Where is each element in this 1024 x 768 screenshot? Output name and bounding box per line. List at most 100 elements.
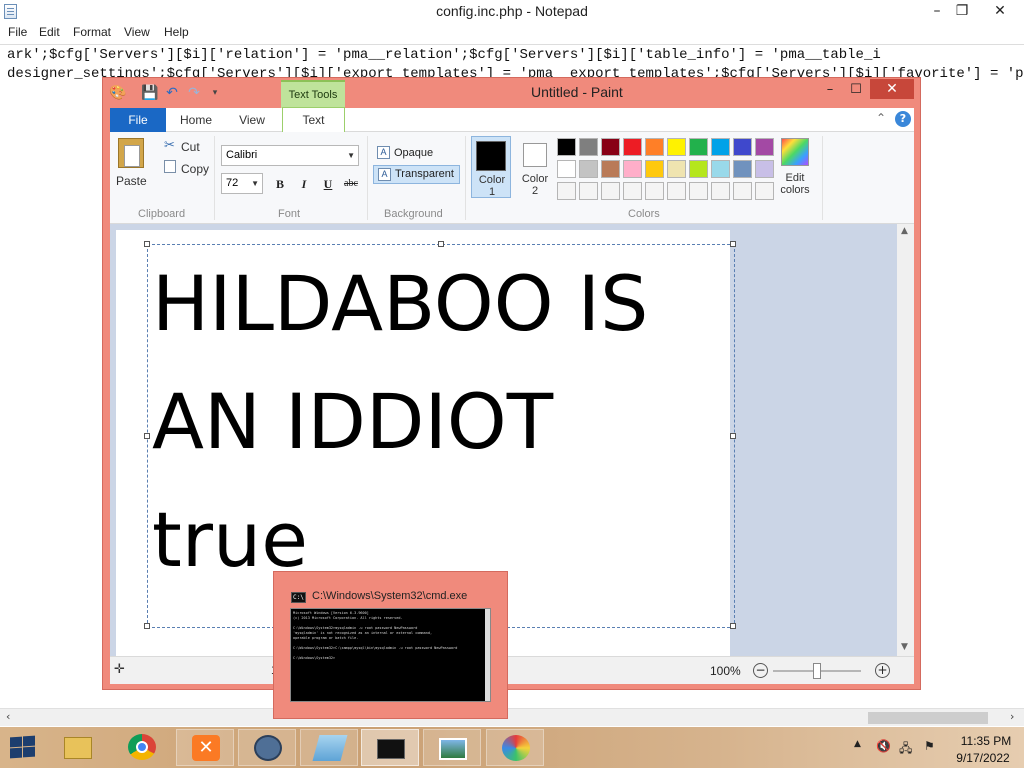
taskbar-photos[interactable] [423, 729, 481, 766]
paint-app-icon[interactable]: 🎨 [109, 84, 127, 102]
palette-swatch[interactable] [623, 138, 642, 156]
palette-swatch[interactable] [645, 160, 664, 178]
start-button[interactable] [8, 735, 36, 760]
notepad-scroll-thumb[interactable] [868, 712, 988, 724]
chrome-icon-center [136, 741, 148, 753]
palette-swatch[interactable] [689, 160, 708, 178]
palette-swatch[interactable] [645, 182, 664, 200]
cmd-window-thumbnail[interactable]: C:\ C:\Windows\System32\cmd.exe Microsof… [273, 571, 508, 719]
italic-button[interactable]: I [295, 175, 313, 193]
color1-button[interactable]: Color 1 [471, 136, 511, 198]
underline-button[interactable]: U [319, 175, 337, 193]
action-center-flag-icon[interactable]: ⚑ [924, 739, 935, 753]
taskbar-file-explorer[interactable] [49, 729, 107, 766]
palette-swatch[interactable] [667, 160, 686, 178]
palette-swatch[interactable] [601, 182, 620, 200]
palette-swatch[interactable] [667, 182, 686, 200]
resize-handle[interactable] [438, 241, 444, 247]
bold-button[interactable]: B [271, 175, 289, 193]
resize-handle[interactable] [730, 623, 736, 629]
notepad-menu-edit[interactable]: Edit [39, 25, 60, 39]
customize-quick-access-icon[interactable]: ▾ [206, 84, 224, 102]
tab-view[interactable]: View [224, 108, 280, 132]
minimize-ribbon-icon[interactable]: ⌃ [876, 111, 886, 125]
notepad-menu-file[interactable]: File [8, 25, 27, 39]
palette-swatch[interactable] [755, 182, 774, 200]
windows-logo-icon [10, 736, 22, 748]
palette-swatch[interactable] [711, 160, 730, 178]
palette-swatch[interactable] [645, 138, 664, 156]
palette-swatch[interactable] [667, 138, 686, 156]
palette-swatch[interactable] [733, 160, 752, 178]
paint-window-title: Untitled - Paint [531, 84, 623, 100]
palette-swatch[interactable] [711, 182, 730, 200]
palette-swatch[interactable] [689, 138, 708, 156]
palette-swatch[interactable] [755, 138, 774, 156]
zoom-out-button[interactable]: − [753, 663, 768, 678]
tab-text[interactable]: Text [282, 107, 345, 133]
palette-swatch[interactable] [579, 160, 598, 178]
taskbar-xampp[interactable]: ✕ [176, 729, 234, 766]
redo-icon[interactable]: ↷ [185, 84, 203, 102]
palette-swatch[interactable] [557, 182, 576, 200]
show-hidden-icons-icon[interactable]: ▲ [854, 739, 861, 749]
zoom-slider-thumb[interactable] [813, 663, 821, 679]
palette-swatch[interactable] [711, 138, 730, 156]
zoom-in-button[interactable]: + [875, 663, 890, 678]
clock-time[interactable]: 11:35 PM [956, 734, 1016, 748]
opaque-icon: A [377, 146, 390, 159]
scroll-right-arrow-icon[interactable]: › [1010, 710, 1014, 723]
palette-swatch[interactable] [579, 182, 598, 200]
taskbar-paint[interactable] [486, 729, 544, 766]
copy-button[interactable]: Copy [181, 162, 209, 176]
help-icon[interactable]: ? [895, 111, 911, 127]
resize-handle[interactable] [144, 241, 150, 247]
notepad-menu-format[interactable]: Format [73, 25, 111, 39]
taskbar-notepad[interactable] [300, 729, 358, 766]
save-icon[interactable]: 💾 [141, 84, 159, 102]
scroll-left-arrow-icon[interactable]: ‹ [6, 710, 10, 723]
color2-label: Color 2 [521, 173, 549, 197]
notepad-close-button[interactable]: ✕ [985, 1, 1015, 21]
palette-swatch[interactable] [755, 160, 774, 178]
tab-home[interactable]: Home [168, 108, 224, 132]
notepad-menu-help[interactable]: Help [164, 25, 189, 39]
transparent-button[interactable]: A Transparent [373, 165, 460, 184]
opaque-button[interactable]: A Opaque [373, 144, 455, 163]
notepad-maximize-button[interactable]: ❐ [947, 1, 977, 21]
canvas-vertical-scrollbar[interactable]: ▲ ▼ [897, 224, 914, 656]
font-family-select[interactable]: Calibri ▼ [221, 145, 359, 166]
paint-minimize-button[interactable]: – [817, 80, 843, 100]
tab-file[interactable]: File [110, 108, 166, 132]
palette-swatch[interactable] [623, 160, 642, 178]
taskbar-chrome[interactable] [113, 729, 171, 766]
scroll-up-arrow-icon[interactable]: ▲ [901, 226, 908, 236]
undo-icon[interactable]: ↶ [163, 84, 181, 102]
network-icon[interactable]: 🖧 [899, 739, 912, 760]
palette-swatch[interactable] [601, 160, 620, 178]
resize-handle[interactable] [730, 241, 736, 247]
palette-swatch[interactable] [623, 182, 642, 200]
resize-handle[interactable] [144, 433, 150, 439]
palette-swatch[interactable] [733, 138, 752, 156]
strikethrough-button[interactable]: abc [340, 175, 362, 193]
palette-swatch[interactable] [557, 160, 576, 178]
font-size-select[interactable]: 72 ▼ [221, 173, 263, 194]
notepad-horizontal-scrollbar[interactable]: ‹ › [0, 708, 1024, 726]
palette-swatch[interactable] [557, 138, 576, 156]
scroll-down-arrow-icon[interactable]: ▼ [901, 642, 908, 652]
notepad-menu-view[interactable]: View [124, 25, 150, 39]
resize-handle[interactable] [730, 433, 736, 439]
palette-swatch[interactable] [689, 182, 708, 200]
clock-date[interactable]: 9/17/2022 [950, 751, 1016, 765]
palette-swatch[interactable] [733, 182, 752, 200]
palette-swatch[interactable] [579, 138, 598, 156]
cut-button[interactable]: Cut [181, 140, 200, 154]
paint-close-button[interactable]: ✕ [870, 79, 914, 99]
taskbar-cmd[interactable] [361, 729, 419, 766]
speaker-muted-icon[interactable]: 🔇 [876, 739, 891, 753]
palette-swatch[interactable] [601, 138, 620, 156]
taskbar-app-circle[interactable] [238, 729, 296, 766]
resize-handle[interactable] [144, 623, 150, 629]
paint-maximize-button[interactable]: ☐ [843, 80, 869, 100]
